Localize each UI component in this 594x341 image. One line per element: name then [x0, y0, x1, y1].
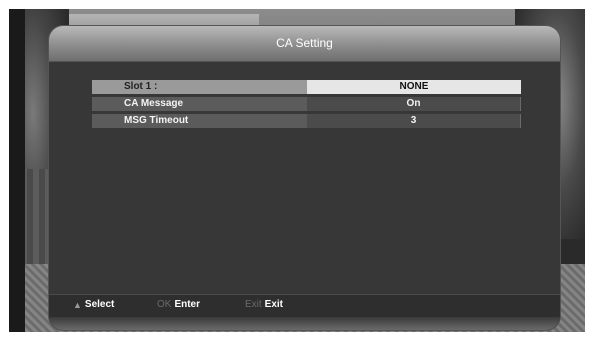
- hint-exit-label: Exit: [264, 299, 284, 310]
- hint-select-label: Select: [84, 299, 115, 310]
- exit-key: Exit: [245, 299, 262, 310]
- footer-strip: [49, 317, 560, 330]
- setting-row-msg-timeout[interactable]: MSG Timeout 3: [92, 114, 521, 128]
- hint-select: ▲︎ Select: [73, 299, 114, 310]
- dialog-footer: ▲︎ Select OK Enter Exit Exit: [49, 294, 560, 330]
- setting-label: MSG Timeout: [92, 114, 307, 128]
- up-down-arrows-icon: ▲︎: [73, 299, 82, 310]
- dialog-title-bar: CA Setting: [49, 26, 560, 62]
- setting-row-slot-1[interactable]: Slot 1 : NONE: [92, 80, 521, 94]
- hint-enter: OK Enter: [157, 299, 200, 310]
- setting-label: CA Message: [92, 97, 307, 111]
- dialog-title: CA Setting: [276, 36, 333, 50]
- hint-exit: Exit Exit: [245, 299, 283, 310]
- ca-setting-dialog: CA Setting Slot 1 : NONE CA Message On M…: [49, 26, 560, 330]
- screen-border-left: [9, 9, 25, 332]
- setting-value: On: [307, 97, 521, 111]
- setting-row-ca-message[interactable]: CA Message On: [92, 97, 521, 111]
- ok-key: OK: [157, 299, 172, 310]
- setting-value: 3: [307, 114, 521, 128]
- hint-enter-label: Enter: [174, 299, 201, 310]
- settings-list: Slot 1 : NONE CA Message On MSG Timeout …: [92, 80, 521, 131]
- setting-label: Slot 1 :: [92, 80, 307, 94]
- setting-value: NONE: [307, 80, 521, 94]
